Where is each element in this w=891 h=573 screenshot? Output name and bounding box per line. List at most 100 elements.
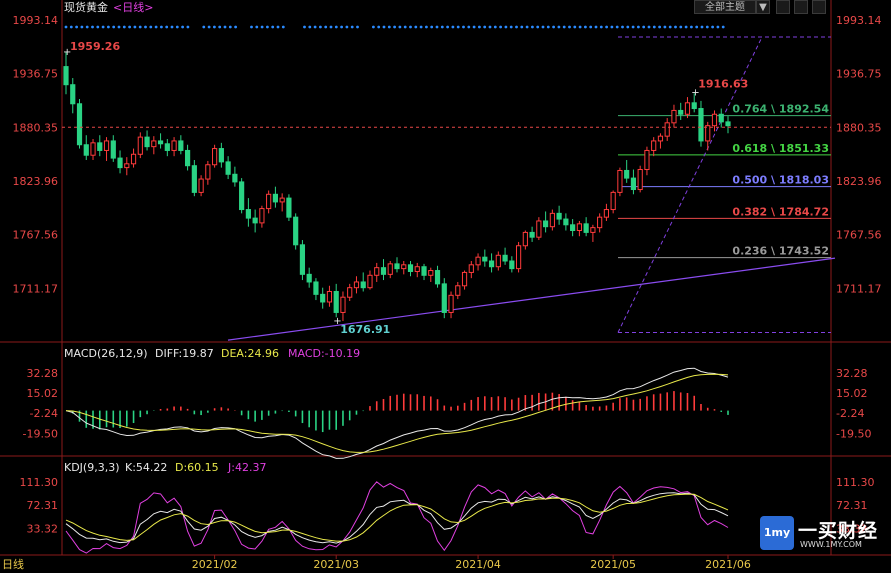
y-tick-label-right: 1880.35 bbox=[836, 121, 882, 134]
signal-dot bbox=[478, 25, 481, 29]
candle-body bbox=[617, 169, 623, 193]
signal-dot bbox=[313, 25, 317, 29]
theme-select-button[interactable]: 全部主题 bbox=[694, 0, 756, 14]
signal-dot bbox=[117, 25, 121, 29]
signal-dot bbox=[308, 25, 312, 29]
period-title[interactable]: <日线> bbox=[113, 0, 153, 14]
candle-body bbox=[637, 169, 643, 191]
macd-dea-line bbox=[65, 373, 729, 453]
signal-dot bbox=[716, 25, 720, 29]
toolbar-button[interactable] bbox=[776, 0, 790, 14]
candle-body bbox=[259, 208, 265, 224]
signal-dot bbox=[679, 25, 683, 29]
candle-body bbox=[347, 287, 353, 298]
candle-body bbox=[83, 144, 89, 156]
candle-body bbox=[428, 270, 434, 276]
signal-dot bbox=[578, 25, 582, 29]
candle-body bbox=[110, 140, 116, 159]
candle-body bbox=[245, 209, 251, 219]
signal-dot bbox=[213, 25, 216, 29]
all-time-high-label: 1959.26 bbox=[70, 40, 120, 53]
macd-dea-label: DEA:24.96 bbox=[221, 347, 279, 360]
signal-dot bbox=[324, 25, 328, 29]
signal-dot bbox=[175, 25, 179, 29]
signal-dot bbox=[154, 25, 158, 29]
signal-dot bbox=[419, 25, 423, 29]
signal-dot bbox=[695, 25, 699, 29]
fib-level-label: 0.500 \ 1818.03 bbox=[732, 174, 829, 187]
y-tick-label-left: 1993.14 bbox=[13, 14, 59, 27]
kdj-tick-right: 111.30 bbox=[836, 476, 875, 489]
candle-body bbox=[90, 142, 96, 156]
macd-panel bbox=[65, 367, 729, 459]
signal-dot bbox=[499, 25, 502, 29]
signal-dot bbox=[398, 25, 402, 29]
signal-dot bbox=[122, 25, 126, 29]
signal-dot bbox=[228, 25, 232, 29]
support-trendline bbox=[227, 257, 836, 341]
signal-dot bbox=[319, 25, 322, 29]
signal-dot bbox=[75, 25, 78, 29]
toolbar-button[interactable] bbox=[812, 0, 826, 14]
signal-dot bbox=[520, 25, 524, 29]
signal-dot bbox=[128, 25, 132, 29]
candle-body bbox=[549, 212, 555, 228]
candle-body bbox=[212, 148, 218, 166]
signal-dot bbox=[684, 25, 688, 29]
candle-body bbox=[340, 296, 346, 313]
signal-dot bbox=[334, 25, 338, 29]
candle-body bbox=[421, 266, 427, 276]
fib-level-label: 0.382 \ 1784.72 bbox=[732, 205, 829, 218]
y-tick-label-right: 1993.14 bbox=[836, 14, 882, 27]
fib-level-label: 0.236 \ 1743.52 bbox=[732, 245, 829, 258]
signal-dot bbox=[165, 25, 169, 29]
candle-body bbox=[509, 260, 515, 270]
signal-dot bbox=[234, 25, 238, 29]
signal-dot bbox=[409, 25, 412, 29]
candle-body bbox=[725, 121, 731, 127]
signal-dot bbox=[621, 25, 624, 29]
theme-dropdown-arrow[interactable]: ▼ bbox=[756, 0, 770, 14]
y-tick-label-right: 1767.56 bbox=[836, 229, 882, 242]
signal-dot bbox=[387, 25, 391, 29]
signal-dot bbox=[531, 25, 534, 29]
candle-body bbox=[482, 256, 488, 262]
kdj-tick-right: 72.31 bbox=[836, 499, 868, 512]
candle-body bbox=[455, 285, 461, 296]
kdj-k-label: K:54.22 bbox=[125, 461, 167, 474]
candle-body bbox=[97, 142, 103, 151]
signal-dot bbox=[515, 25, 518, 29]
candle-body bbox=[705, 125, 711, 142]
signal-dot bbox=[456, 25, 460, 29]
macd-tick-right: -19.50 bbox=[836, 427, 871, 440]
trendlines[interactable] bbox=[227, 257, 836, 341]
signal-dot bbox=[658, 25, 661, 29]
candle-body bbox=[461, 271, 468, 287]
brand-url: WWW.1MY.COM bbox=[800, 540, 862, 549]
candle-body bbox=[644, 149, 650, 171]
signal-dot bbox=[584, 25, 587, 29]
signal-dot bbox=[250, 25, 253, 29]
period-footer-label[interactable]: 日线 bbox=[2, 557, 24, 571]
signal-dot bbox=[647, 25, 651, 29]
candle-body bbox=[306, 273, 312, 283]
signal-dot bbox=[80, 25, 84, 29]
candle-body bbox=[144, 136, 150, 148]
signal-dot bbox=[382, 25, 386, 29]
signal-dot bbox=[329, 25, 333, 29]
x-tick-label: 2021/04 bbox=[455, 558, 501, 571]
signal-dot bbox=[568, 25, 571, 29]
candle-body bbox=[380, 267, 387, 275]
candle-body bbox=[529, 231, 535, 238]
signal-dot bbox=[552, 25, 555, 29]
signal-dot bbox=[536, 25, 540, 29]
signal-dot bbox=[85, 25, 89, 29]
candle-body bbox=[556, 212, 562, 220]
candle-body bbox=[448, 294, 454, 313]
macd-macd-label: MACD:-10.19 bbox=[288, 347, 360, 360]
signal-dot bbox=[160, 25, 163, 29]
kdj-j-label: J:42.37 bbox=[227, 461, 266, 474]
signal-dot bbox=[64, 25, 68, 29]
signal-dot bbox=[509, 25, 513, 29]
toolbar-button[interactable] bbox=[794, 0, 808, 14]
